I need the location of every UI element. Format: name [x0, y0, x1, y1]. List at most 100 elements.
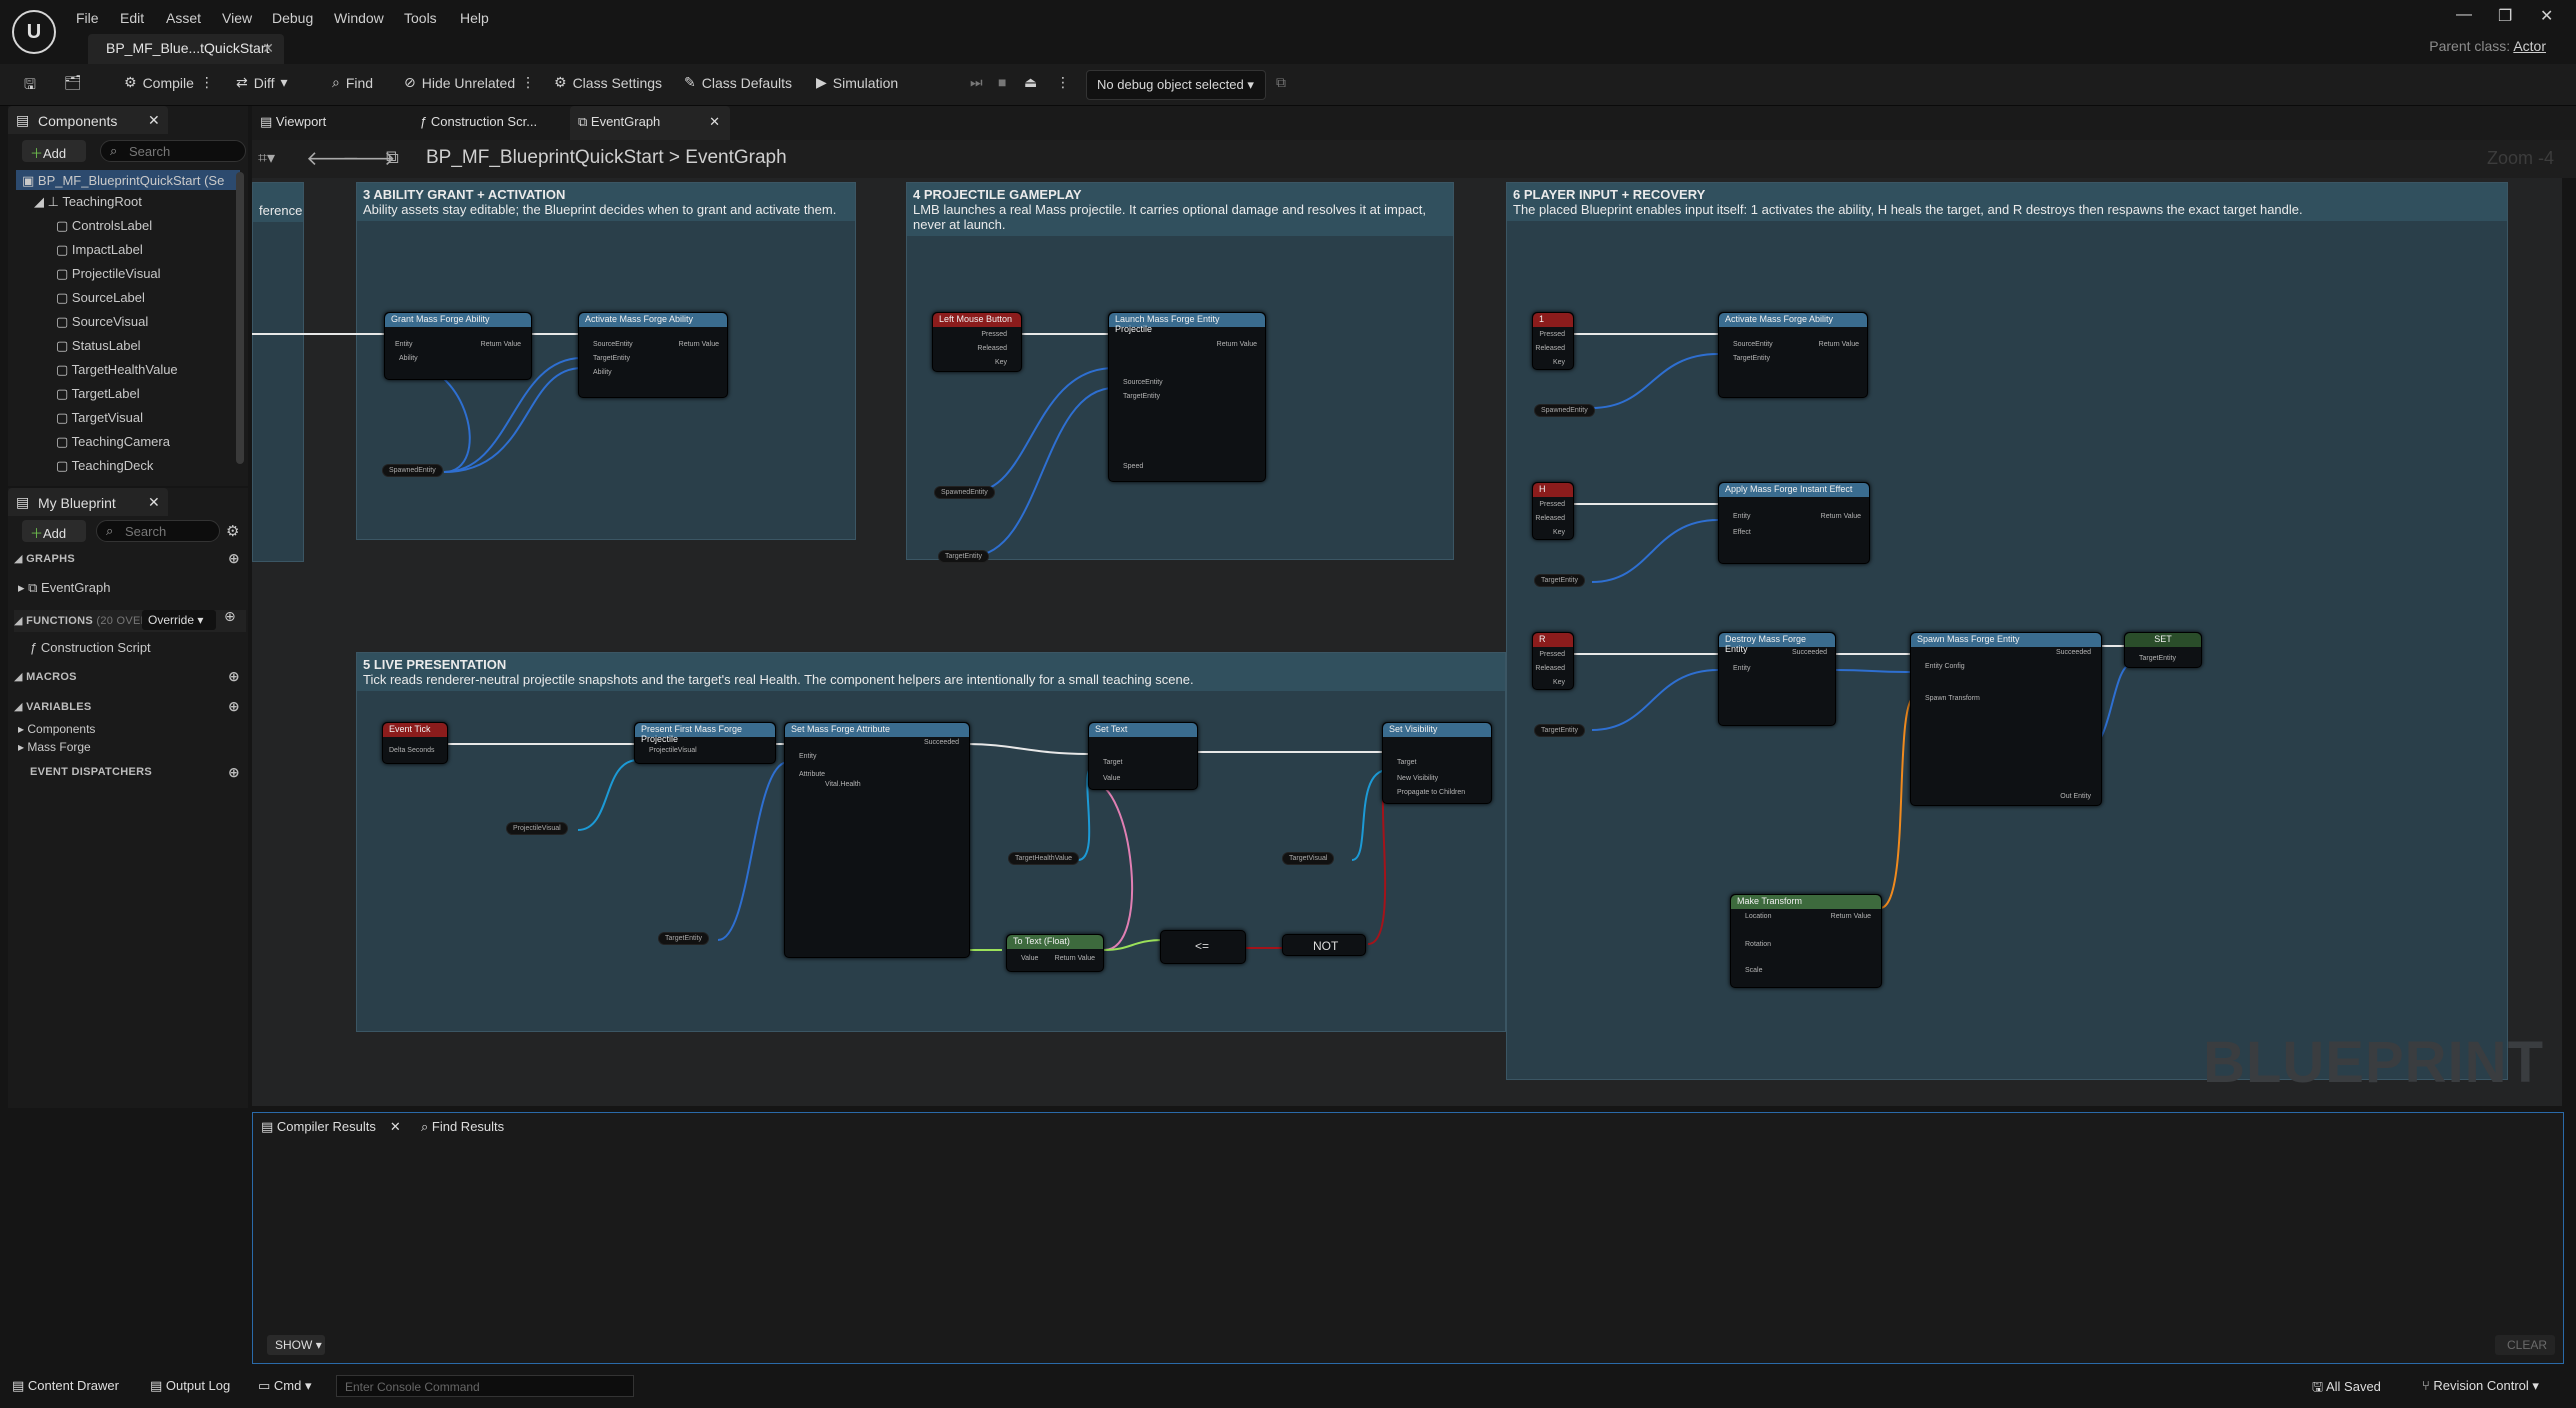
event-dispatchers-section[interactable]: EVENT DISPATCHERS ⊕	[30, 764, 246, 781]
minimize-icon[interactable]: —	[2456, 6, 2472, 24]
class-defaults-button[interactable]: ✎ Class Defaults	[684, 74, 792, 91]
pin-return[interactable]: Return Value	[1055, 955, 1095, 962]
cmd-dropdown[interactable]: ▭ Cmd ▾	[258, 1378, 312, 1394]
pin-key[interactable]: Key	[1553, 679, 1565, 686]
pin-return[interactable]: Return Value	[1821, 513, 1861, 520]
pin-rotation[interactable]: Rotation	[1745, 941, 1771, 948]
pin-succeeded[interactable]: Succeeded	[2056, 649, 2091, 656]
components-tab[interactable]: ▤ Components ✕	[8, 106, 168, 134]
menu-asset[interactable]: Asset	[166, 10, 201, 26]
pin-delta-seconds[interactable]: Delta Seconds	[389, 747, 435, 754]
var-target-entity[interactable]: TargetEntity	[658, 932, 709, 945]
component-item[interactable]: ▢ ImpactLabel	[56, 242, 143, 258]
node-not[interactable]: NOT	[1282, 934, 1366, 956]
add-graph-icon[interactable]: ⊕	[228, 550, 240, 567]
pin-return[interactable]: Return Value	[481, 341, 521, 348]
pin-entity[interactable]: Entity	[1733, 665, 1751, 672]
pin-pressed[interactable]: Pressed	[1539, 501, 1565, 508]
close-tab-icon[interactable]: ✕	[262, 40, 274, 57]
pin-speed[interactable]: Speed	[1123, 463, 1143, 470]
var-target-entity[interactable]: TargetEntity	[1534, 724, 1585, 737]
unreal-logo-icon[interactable]: U	[12, 10, 56, 54]
close-tab-icon[interactable]: ✕	[390, 1119, 401, 1134]
pin-scale[interactable]: Scale	[1745, 967, 1763, 974]
close-window-icon[interactable]: ✕	[2540, 6, 2553, 26]
tab-compiler-results[interactable]: ▤ Compiler Results ✕	[261, 1119, 401, 1135]
menu-tools[interactable]: Tools	[404, 10, 437, 26]
pin-value[interactable]: Value	[1021, 955, 1038, 962]
revision-control-button[interactable]: ⑂ Revision Control ▾	[2422, 1378, 2539, 1394]
pin-target[interactable]: TargetEntity	[1123, 393, 1160, 400]
node-left-mouse-button[interactable]: Left Mouse Button Pressed Released Key	[932, 312, 1022, 372]
pin-return[interactable]: Return Value	[1831, 913, 1871, 920]
clear-button[interactable]: CLEAR	[2495, 1335, 2555, 1355]
compile-button[interactable]: ⚙ Compile ⋮	[124, 74, 214, 91]
pin-entity[interactable]: Entity	[1733, 513, 1751, 520]
tab-construction-script[interactable]: ƒ Construction Scr...	[420, 114, 537, 129]
stop-icon[interactable]: ■	[998, 74, 1006, 90]
node-event-tick[interactable]: Event Tick Delta Seconds	[382, 722, 448, 764]
add-macro-icon[interactable]: ⊕	[228, 668, 240, 685]
pin-source[interactable]: SourceEntity	[1123, 379, 1163, 386]
pin-out-entity[interactable]: Out Entity	[2060, 793, 2091, 800]
browse-icon[interactable]: 🗂	[64, 74, 82, 91]
add-dispatcher-icon[interactable]: ⊕	[228, 764, 240, 781]
tab-viewport[interactable]: ▤ Viewport	[260, 114, 326, 130]
node-activate-ability-2[interactable]: Activate Mass Forge Ability SourceEntity T…	[1718, 312, 1868, 398]
pin-propagate[interactable]: Propagate to Children	[1397, 789, 1465, 796]
add-function-icon[interactable]: ⊕	[224, 608, 236, 625]
settings-gear-icon[interactable]: ⚙	[226, 522, 239, 540]
node-spawn-entity[interactable]: Spawn Mass Forge Entity Entity Config Spaw…	[1910, 632, 2102, 806]
var-target-visual[interactable]: TargetVisual	[1282, 852, 1335, 865]
breadcrumb-root[interactable]: BP_MF_BlueprintQuickStart	[426, 147, 664, 168]
pin-entity[interactable]: Entity	[395, 341, 413, 348]
all-saved-indicator[interactable]: 🖫 All Saved	[2312, 1378, 2381, 1400]
pin-key[interactable]: Key	[1553, 359, 1565, 366]
node-key-r[interactable]: R Pressed Released Key	[1532, 632, 1574, 690]
pin-source[interactable]: SourceEntity	[593, 341, 633, 348]
hide-unrelated-button[interactable]: ⊘ Hide Unrelated ⋮	[404, 74, 535, 91]
node-grant-ability[interactable]: Grant Mass Forge Ability Entity Ability Ret…	[384, 312, 532, 380]
components-root-item[interactable]: ▣ BP_MF_BlueprintQuickStart (Se	[16, 170, 240, 190]
component-item[interactable]: ▢ ControlsLabel	[56, 218, 152, 234]
component-item[interactable]: ▢ TargetHealthValue	[56, 362, 178, 378]
output-log-button[interactable]: ▤ Output Log	[150, 1378, 230, 1394]
show-dropdown[interactable]: SHOW ▾	[267, 1335, 325, 1355]
var-projectile-visual[interactable]: ProjectileVisual	[506, 822, 568, 835]
variables-section[interactable]: ◢ VARIABLES ⊕	[14, 698, 246, 714]
pin-target-entity[interactable]: TargetEntity	[2139, 655, 2176, 662]
pin-target[interactable]: Target	[1397, 759, 1416, 766]
pin-source[interactable]: SourceEntity	[1733, 341, 1773, 348]
component-item[interactable]: ▢ ProjectileVisual	[56, 266, 161, 282]
node-set-visibility[interactable]: Set Visibility Target New Visibility Propag…	[1382, 722, 1492, 804]
my-blueprint-search-input[interactable]: ⌕ Search	[96, 520, 220, 542]
override-dropdown[interactable]: Override ▾	[142, 610, 216, 630]
var-spawned-entity[interactable]: SpawnedEntity	[934, 486, 995, 499]
pin-projectile-visual[interactable]: ProjectileVisual	[649, 747, 697, 754]
pin-location[interactable]: Location	[1745, 913, 1771, 920]
content-drawer-button[interactable]: ▤ Content Drawer	[12, 1378, 119, 1394]
step-icon[interactable]: ⏭	[970, 74, 983, 91]
component-item[interactable]: ▢ StatusLabel	[56, 338, 141, 354]
tab-eventgraph[interactable]: ⧉ EventGraph ✕	[570, 106, 730, 140]
document-tab[interactable]: BP_MF_Blue...tQuickStart ✕	[88, 34, 284, 64]
component-item[interactable]: ▢ TeachingDeck	[56, 458, 153, 474]
menu-debug[interactable]: Debug	[272, 10, 313, 26]
menu-view[interactable]: View	[222, 10, 252, 26]
pin-released[interactable]: Released	[977, 345, 1007, 352]
parent-class-link[interactable]: Actor	[2513, 38, 2546, 54]
menu-window[interactable]: Window	[334, 10, 384, 26]
var-target-health-value[interactable]: TargetHealthValue	[1008, 852, 1080, 865]
node-apply-instant-effect[interactable]: Apply Mass Forge Instant Effect Entity Eff…	[1718, 482, 1870, 564]
node-key-1[interactable]: 1 Pressed Released Key	[1532, 312, 1574, 370]
find-button[interactable]: ⌕ Find	[332, 74, 373, 91]
eventgraph-item[interactable]: ▸ ⧉ EventGraph	[18, 580, 110, 596]
eject-icon[interactable]: ⏏	[1024, 74, 1037, 91]
node-set-attribute[interactable]: Set Mass Forge Attribute Entity Attribute V…	[784, 722, 970, 958]
pin-pressed[interactable]: Pressed	[1539, 331, 1565, 338]
pin-target[interactable]: TargetEntity	[1733, 355, 1770, 362]
pin-new-visibility[interactable]: New Visibility	[1397, 775, 1438, 782]
pin-return[interactable]: Return Value	[1819, 341, 1859, 348]
node-set-text[interactable]: Set Text Target Value	[1088, 722, 1198, 790]
maximize-icon[interactable]: ❐	[2498, 6, 2512, 26]
